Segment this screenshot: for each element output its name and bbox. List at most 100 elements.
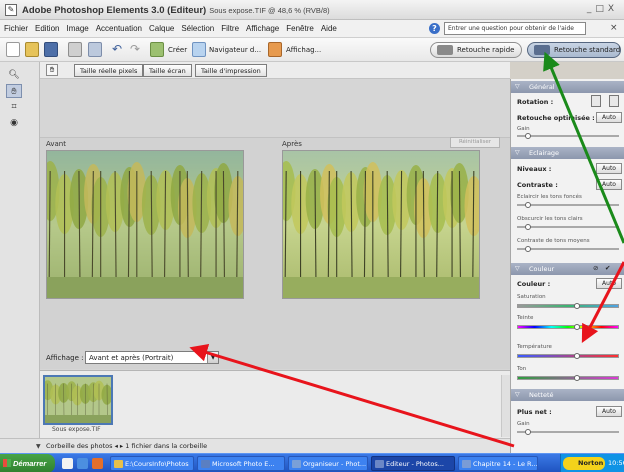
slider-knob[interactable] (525, 202, 531, 208)
collapse-bin-icon[interactable]: ▼ (36, 443, 41, 450)
slider-knob[interactable] (525, 133, 531, 139)
open-folder-icon[interactable] (25, 42, 39, 57)
smart-fix-auto-button[interactable]: Auto (596, 112, 622, 123)
temperature-slider[interactable] (517, 353, 619, 359)
slider-knob[interactable] (525, 429, 531, 435)
smart-fix-label: Retouche optimisée : (517, 114, 595, 122)
quick-launch-icon[interactable] (92, 458, 103, 469)
color-section-header[interactable]: ▽ Couleur ⊘ ✔ (511, 263, 624, 275)
slider-knob[interactable] (574, 353, 580, 359)
general-section-header[interactable]: ▽ Général (511, 81, 624, 93)
midtone-contrast-slider[interactable] (517, 246, 619, 252)
task-label: Chapitre 14 - Le R... (473, 460, 538, 468)
quick-launch-icon[interactable] (62, 458, 73, 469)
menu-item[interactable]: Accentuation (96, 24, 142, 33)
toolbox: 🔍︎ ✋︎ ⌗ ◉ (0, 62, 40, 438)
online-print-icon[interactable] (88, 42, 102, 57)
bin-scrollbar[interactable] (501, 375, 510, 437)
menu-item[interactable]: Image (66, 24, 88, 33)
maximize-button[interactable]: □ (595, 4, 608, 14)
shadows-slider[interactable] (517, 202, 619, 208)
zoom-tool-icon[interactable]: 🔍︎ (6, 68, 22, 82)
lighting-header-label: Eclairage (529, 149, 560, 157)
app-icon[interactable]: ✎ (5, 4, 17, 16)
hue-slider[interactable] (517, 324, 619, 330)
view-button[interactable]: Affichag... (286, 46, 321, 54)
view-mode-select[interactable]: Avant et après (Portrait) ▼ (85, 351, 219, 364)
crop-tool-icon[interactable]: ⌗ (6, 100, 22, 114)
menu-item[interactable]: Aide (321, 24, 337, 33)
photo-bin-label[interactable]: Corbeille des photos (46, 442, 113, 450)
fit-screen-button[interactable]: Taille écran (143, 64, 192, 77)
taskbar-task[interactable]: E:\CoursInfo\Photos (110, 456, 194, 471)
shadows-label: Eclaircir les tons foncés (517, 194, 582, 200)
menu-item[interactable]: Affichage (246, 24, 279, 33)
create-button[interactable]: Créer (168, 46, 187, 54)
before-trees-image (47, 151, 243, 298)
color-header-label: Couleur (529, 265, 555, 273)
menu-item[interactable]: Sélection (181, 24, 214, 33)
lighting-section-header[interactable]: ▽ Eclairage (511, 147, 624, 159)
menu-item[interactable]: Filtre (221, 24, 239, 33)
start-button[interactable]: Démarrer (0, 454, 55, 472)
sharpen-section-header[interactable]: ▽ Netteté (511, 389, 624, 401)
standard-edit-button[interactable]: Retouche standard (527, 42, 621, 58)
tint-slider[interactable] (517, 375, 619, 381)
redo-icon[interactable]: ↷ (128, 42, 142, 57)
sharpen-auto-button[interactable]: Auto (596, 406, 622, 417)
quick-fix-button[interactable]: Retouche rapide (430, 42, 522, 58)
reset-button[interactable]: Réinitialiser (450, 137, 500, 148)
slider-knob[interactable] (574, 303, 580, 309)
rotate-right-icon[interactable] (609, 95, 619, 107)
sharpen-amount-slider[interactable] (517, 429, 619, 435)
taskbar-task[interactable]: Organiseur - Phot... (288, 456, 368, 471)
smart-fix-amount-label: Gain (517, 126, 530, 132)
red-eye-tool-icon[interactable]: ◉ (6, 116, 22, 130)
menu-item[interactable]: Fichier (4, 24, 28, 33)
undo-icon[interactable]: ↶ (110, 42, 124, 57)
menu-items: Fichier Edition Image Accentuation Calque Sél… (4, 24, 337, 33)
temperature-label: Température (517, 344, 552, 350)
norton-button[interactable]: Norton (563, 457, 605, 470)
print-size-button[interactable]: Taille d'impression (195, 64, 267, 77)
slider-knob[interactable] (574, 324, 580, 330)
contrast-auto-button[interactable]: Auto (596, 179, 622, 190)
thumbnail-caption: Sous expose.TIF (52, 426, 101, 433)
levels-auto-button[interactable]: Auto (596, 163, 622, 174)
highlights-slider[interactable] (517, 224, 619, 230)
window-title-text: Adobe Photoshop Elements 3.0 (Editeur) (22, 5, 207, 16)
print-icon[interactable] (68, 42, 82, 57)
taskbar-task[interactable]: Editeur - Photos... (371, 456, 455, 471)
actual-pixels-button[interactable]: Taille réelle pixels (74, 64, 144, 77)
new-file-icon[interactable] (6, 42, 20, 57)
bin-thumbnail[interactable] (43, 375, 113, 425)
slider-knob[interactable] (525, 224, 531, 230)
browser-icon[interactable] (192, 42, 206, 57)
slider-knob[interactable] (525, 246, 531, 252)
commit-icon[interactable]: ✔ (605, 264, 610, 272)
saturation-slider[interactable] (517, 303, 619, 309)
slider-knob[interactable] (574, 375, 580, 381)
file-browser-button[interactable]: Navigateur d... (209, 46, 261, 54)
view-icon[interactable] (268, 42, 282, 57)
help-search-input[interactable]: Entrer une question pour obtenir de l'ai… (444, 22, 586, 35)
taskbar-task[interactable]: Microsoft Photo E... (197, 456, 285, 471)
quick-launch-icon[interactable] (77, 458, 88, 469)
task-label: Microsoft Photo E... (212, 460, 275, 468)
taskbar-task[interactable]: Chapitre 14 - Le R... (458, 456, 538, 471)
help-icon[interactable]: ? (429, 23, 440, 34)
menu-item[interactable]: Edition (35, 24, 59, 33)
close-document-button[interactable]: × (610, 23, 618, 33)
menu-item[interactable]: Fenêtre (286, 24, 314, 33)
hand-tool-icon[interactable]: ✋︎ (6, 84, 22, 98)
smart-fix-amount-slider[interactable] (517, 133, 619, 139)
rotate-left-icon[interactable] (591, 95, 601, 107)
cancel-icon[interactable]: ⊘ (593, 264, 598, 272)
section-toggle-icon: ▽ (515, 265, 520, 272)
chevron-down-icon[interactable]: ▼ (207, 352, 218, 363)
color-auto-button[interactable]: Auto (596, 278, 622, 289)
menu-item[interactable]: Calque (149, 24, 174, 33)
save-icon[interactable] (44, 42, 58, 57)
close-window-button[interactable]: X (608, 4, 618, 14)
create-icon[interactable] (150, 42, 164, 57)
